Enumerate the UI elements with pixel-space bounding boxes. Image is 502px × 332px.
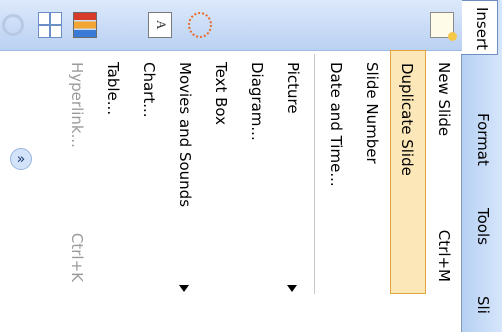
chart-icon — [73, 12, 97, 38]
menu-stage: Insert Format Tools Sli New Slide Ctrl+M… — [0, 0, 502, 332]
insert-menu: New Slide Ctrl+M Duplicate Slide Slide N… — [59, 50, 462, 302]
menu-item-label: Text Box — [212, 62, 230, 125]
menu-item-hyperlink: Hyperlink... Ctrl+K — [59, 50, 95, 302]
menu-item-duplicate-slide[interactable]: Duplicate Slide — [390, 50, 426, 294]
menu-item-label: Diagram... — [248, 62, 266, 141]
menu-item-text-box[interactable]: Text Box — [203, 50, 239, 302]
menu-item-label: Slide Number — [363, 62, 381, 164]
table-icon — [38, 12, 62, 38]
submenu-arrow-icon — [179, 285, 189, 292]
expand-menu-chevron-icon[interactable]: « — [10, 148, 32, 170]
menu-icon-strip — [0, 0, 462, 51]
new-slide-icon — [430, 12, 454, 38]
menu-item-label: Table... — [104, 62, 122, 116]
diagram-icon — [188, 12, 212, 38]
menu-item-table[interactable]: Table... — [95, 50, 131, 302]
menu-item-label: Duplicate Slide — [398, 63, 416, 176]
menu-item-movies-and-sounds[interactable]: Movies and Sounds — [167, 50, 203, 302]
menubar-insert[interactable]: Insert — [461, 0, 498, 55]
menu-item-slide-number[interactable]: Slide Number — [354, 50, 390, 302]
menubar-slide-show[interactable]: Sli — [467, 290, 498, 332]
menu-item-date-and-time[interactable]: Date and Time... — [318, 50, 354, 302]
menu-item-label: Picture — [284, 62, 302, 114]
menu-item-new-slide[interactable]: New Slide Ctrl+M — [426, 50, 462, 302]
menu-separator — [314, 54, 315, 294]
menu-item-picture[interactable]: Picture — [275, 50, 311, 302]
menu-item-label: Movies and Sounds — [176, 62, 194, 208]
submenu-arrow-icon — [287, 285, 297, 292]
text-box-icon — [148, 12, 172, 38]
menu-item-shortcut: Ctrl+M — [435, 229, 453, 282]
menubar-tools[interactable]: Tools — [467, 202, 498, 254]
menu-bar: Insert Format Tools Sli — [461, 0, 502, 332]
menu-item-shortcut: Ctrl+K — [68, 232, 86, 282]
menu-item-diagram[interactable]: Diagram... — [239, 50, 275, 302]
menu-item-chart[interactable]: Chart... — [131, 50, 167, 302]
menu-item-label: Chart... — [140, 62, 158, 118]
hyperlink-icon — [2, 14, 24, 36]
menubar-format[interactable]: Format — [467, 107, 498, 171]
menu-item-label: Date and Time... — [327, 62, 345, 187]
menu-item-label: Hyperlink... — [68, 62, 86, 148]
menu-item-label: New Slide — [435, 62, 453, 137]
